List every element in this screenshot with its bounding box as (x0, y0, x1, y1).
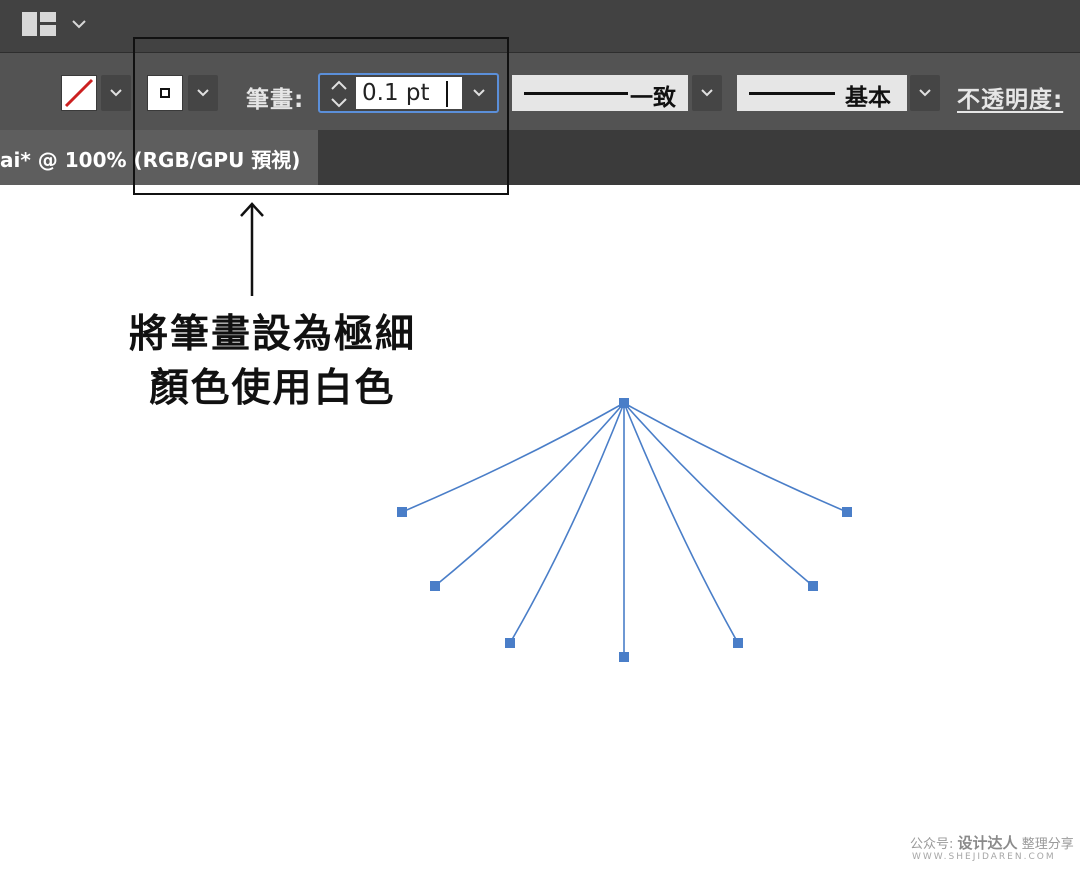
anchor-point[interactable] (430, 581, 440, 591)
anchor-point[interactable] (505, 638, 515, 648)
anchor-point[interactable] (842, 507, 852, 517)
path-line[interactable] (509, 402, 625, 644)
anchor-point[interactable] (619, 652, 629, 662)
path-line[interactable] (623, 402, 739, 644)
watermark-name: 设计达人 (957, 834, 1018, 852)
path-line[interactable] (401, 402, 625, 513)
watermark-url: WWW.SHEJIDAREN.COM (912, 852, 1056, 862)
anchor-point[interactable] (397, 507, 407, 517)
anchor-point[interactable] (619, 398, 629, 408)
path-line[interactable] (623, 402, 814, 587)
watermark-prefix: 公众号: (910, 837, 954, 852)
path-line[interactable] (623, 402, 848, 513)
path-line[interactable] (434, 402, 625, 587)
artboard-canvas[interactable] (0, 0, 1080, 883)
anchor-point[interactable] (808, 581, 818, 591)
watermark-suffix: 整理分享 (1021, 837, 1074, 852)
anchor-point[interactable] (733, 638, 743, 648)
watermark-brand: 公众号: 设计达人 整理分享 (910, 832, 1074, 853)
